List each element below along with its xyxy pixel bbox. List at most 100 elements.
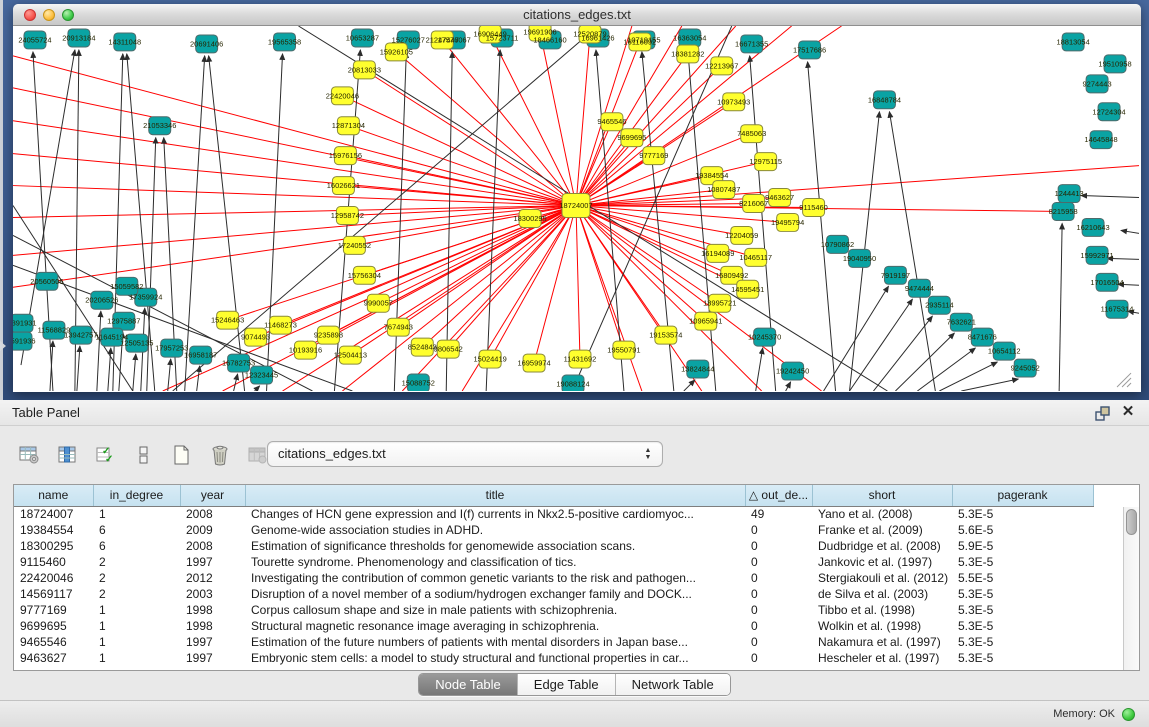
graph-node-label: 24055724 bbox=[18, 35, 51, 44]
edge[interactable] bbox=[1059, 223, 1062, 391]
column-header-year[interactable]: year bbox=[180, 485, 245, 506]
edge[interactable] bbox=[961, 379, 1018, 391]
cell-name: 22420046 bbox=[14, 570, 93, 586]
resize-grip-icon[interactable] bbox=[1117, 373, 1131, 387]
cell-out_degree: 0 bbox=[745, 650, 812, 666]
cell-pagerank: 5.6E-5 bbox=[952, 522, 1093, 538]
selected-edge[interactable] bbox=[576, 206, 580, 360]
table-row[interactable]: 2242004622012Investigating the contribut… bbox=[14, 570, 1093, 586]
edge[interactable] bbox=[808, 62, 836, 391]
edge[interactable] bbox=[168, 359, 171, 391]
cell-name: 19384554 bbox=[14, 522, 93, 538]
cell-title: Changes of HCN gene expression and I(f) … bbox=[245, 506, 745, 522]
edge[interactable] bbox=[133, 354, 136, 391]
memory-ok-indicator[interactable] bbox=[1122, 708, 1135, 721]
edge[interactable] bbox=[234, 374, 238, 391]
selected-edge[interactable] bbox=[364, 70, 576, 206]
table-row[interactable]: 911546021997Tourette syndrome. Phenomeno… bbox=[14, 554, 1093, 570]
selected-edge[interactable] bbox=[576, 206, 666, 336]
select-column-icon[interactable] bbox=[56, 443, 80, 467]
table-row[interactable]: 1456911722003Disruption of a novel membe… bbox=[14, 586, 1093, 602]
vertical-scrollbar[interactable] bbox=[1123, 507, 1139, 670]
graph-node-label: 16906449 bbox=[474, 29, 507, 38]
tab-network-table[interactable]: Network Table bbox=[616, 674, 730, 695]
selected-edge[interactable] bbox=[13, 206, 576, 288]
graph-node-label: 10245370 bbox=[748, 333, 781, 342]
selected-edge[interactable] bbox=[13, 88, 576, 206]
tab-node-table[interactable]: Node Table bbox=[419, 674, 518, 695]
cell-pagerank: 5.3E-5 bbox=[952, 650, 1093, 666]
selected-edge[interactable] bbox=[343, 186, 576, 206]
edge[interactable] bbox=[77, 346, 80, 391]
edge[interactable] bbox=[895, 333, 954, 391]
table-row[interactable]: 1872400712008Changes of HCN gene express… bbox=[14, 506, 1093, 522]
edge[interactable] bbox=[1121, 230, 1139, 233]
table-row[interactable]: 946554611997Estimation of the future num… bbox=[14, 634, 1093, 650]
table-settings-icon[interactable] bbox=[18, 443, 42, 467]
close-panel-icon[interactable]: ✕ bbox=[1119, 403, 1137, 421]
edge[interactable] bbox=[850, 299, 913, 391]
cell-out_degree: 0 bbox=[745, 586, 812, 602]
selected-edge[interactable] bbox=[13, 56, 576, 206]
cell-in_degree: 1 bbox=[93, 618, 180, 634]
edge[interactable] bbox=[756, 348, 763, 391]
table-selector-dropdown[interactable]: citations_edges.txt ▲▼ bbox=[267, 441, 663, 467]
scrollbar-thumb[interactable] bbox=[1126, 509, 1137, 535]
float-panel-icon[interactable] bbox=[1095, 405, 1111, 421]
memory-status-label: Memory: OK bbox=[1053, 708, 1115, 720]
graph-node-label: 12958742 bbox=[331, 211, 364, 220]
selected-edge[interactable] bbox=[13, 186, 576, 206]
graph-node-label: 19088124 bbox=[556, 380, 589, 389]
selected-edge[interactable] bbox=[576, 26, 682, 206]
table-row[interactable]: 1830029562008Estimation of significance … bbox=[14, 538, 1093, 554]
selected-edge[interactable] bbox=[354, 206, 576, 246]
graph-node-label: 12204059 bbox=[725, 231, 758, 240]
selected-edge[interactable] bbox=[576, 34, 590, 206]
create-table-icon[interactable] bbox=[170, 443, 194, 467]
column-header-in_degree[interactable]: in_degree bbox=[93, 485, 180, 506]
split-view-icon[interactable] bbox=[132, 443, 156, 467]
tab-edge-table[interactable]: Edge Table bbox=[518, 674, 616, 695]
edge[interactable] bbox=[824, 286, 889, 391]
column-header-short[interactable]: short bbox=[812, 485, 952, 506]
edge[interactable] bbox=[917, 348, 975, 391]
selected-edge[interactable] bbox=[13, 206, 576, 218]
selected-edge[interactable] bbox=[342, 96, 576, 206]
edge[interactable] bbox=[786, 382, 791, 391]
selected-edge[interactable] bbox=[422, 206, 576, 348]
graph-node-label: 19510958 bbox=[1098, 59, 1131, 68]
window-titlebar[interactable]: citations_edges.txt bbox=[13, 4, 1141, 26]
network-canvas[interactable]: 2405572420913184143110482069140619565358… bbox=[13, 26, 1139, 391]
delete-table-icon[interactable] bbox=[208, 443, 232, 467]
column-header-name[interactable]: name bbox=[14, 485, 93, 506]
edge[interactable] bbox=[684, 380, 695, 391]
table-row[interactable]: 1938455462009Genome-wide association stu… bbox=[14, 522, 1093, 538]
edge[interactable] bbox=[889, 112, 935, 391]
cell-year: 2012 bbox=[180, 570, 245, 586]
network-graph[interactable]: 2405572420913184143110482069140619565358… bbox=[13, 26, 1139, 391]
edge[interactable] bbox=[209, 56, 245, 391]
cell-title: Corpus callosum shape and size in male p… bbox=[245, 602, 745, 618]
table-row[interactable]: 977716911998Corpus callosum shape and si… bbox=[14, 602, 1093, 618]
edge[interactable] bbox=[97, 311, 101, 391]
edge[interactable] bbox=[185, 56, 205, 391]
column-header-title[interactable]: title bbox=[245, 485, 745, 506]
selected-edge[interactable] bbox=[576, 190, 724, 206]
graph-node-label: 12504413 bbox=[334, 351, 367, 360]
column-header-out_degree[interactable]: △ out_de... bbox=[745, 485, 812, 506]
edge[interactable] bbox=[255, 386, 260, 391]
panel-collapse-arrow-icon[interactable] bbox=[0, 341, 6, 351]
set-values-icon[interactable]: ✓✓ bbox=[94, 443, 118, 467]
table-row[interactable]: 946362711997Embryonic stem cells: a mode… bbox=[14, 650, 1093, 666]
edge[interactable] bbox=[33, 52, 53, 391]
edge[interactable] bbox=[873, 316, 932, 391]
edge[interactable] bbox=[173, 26, 598, 391]
edge[interactable] bbox=[939, 362, 997, 391]
table-row[interactable]: 969969511998Structural magnetic resonanc… bbox=[14, 618, 1093, 634]
edge[interactable] bbox=[1081, 196, 1139, 198]
selected-edge[interactable] bbox=[13, 154, 576, 206]
selected-edge[interactable] bbox=[576, 206, 718, 254]
selected-edge[interactable] bbox=[576, 206, 720, 304]
graph-node-label: 10465117 bbox=[739, 253, 772, 262]
column-header-pagerank[interactable]: pagerank bbox=[952, 485, 1093, 506]
